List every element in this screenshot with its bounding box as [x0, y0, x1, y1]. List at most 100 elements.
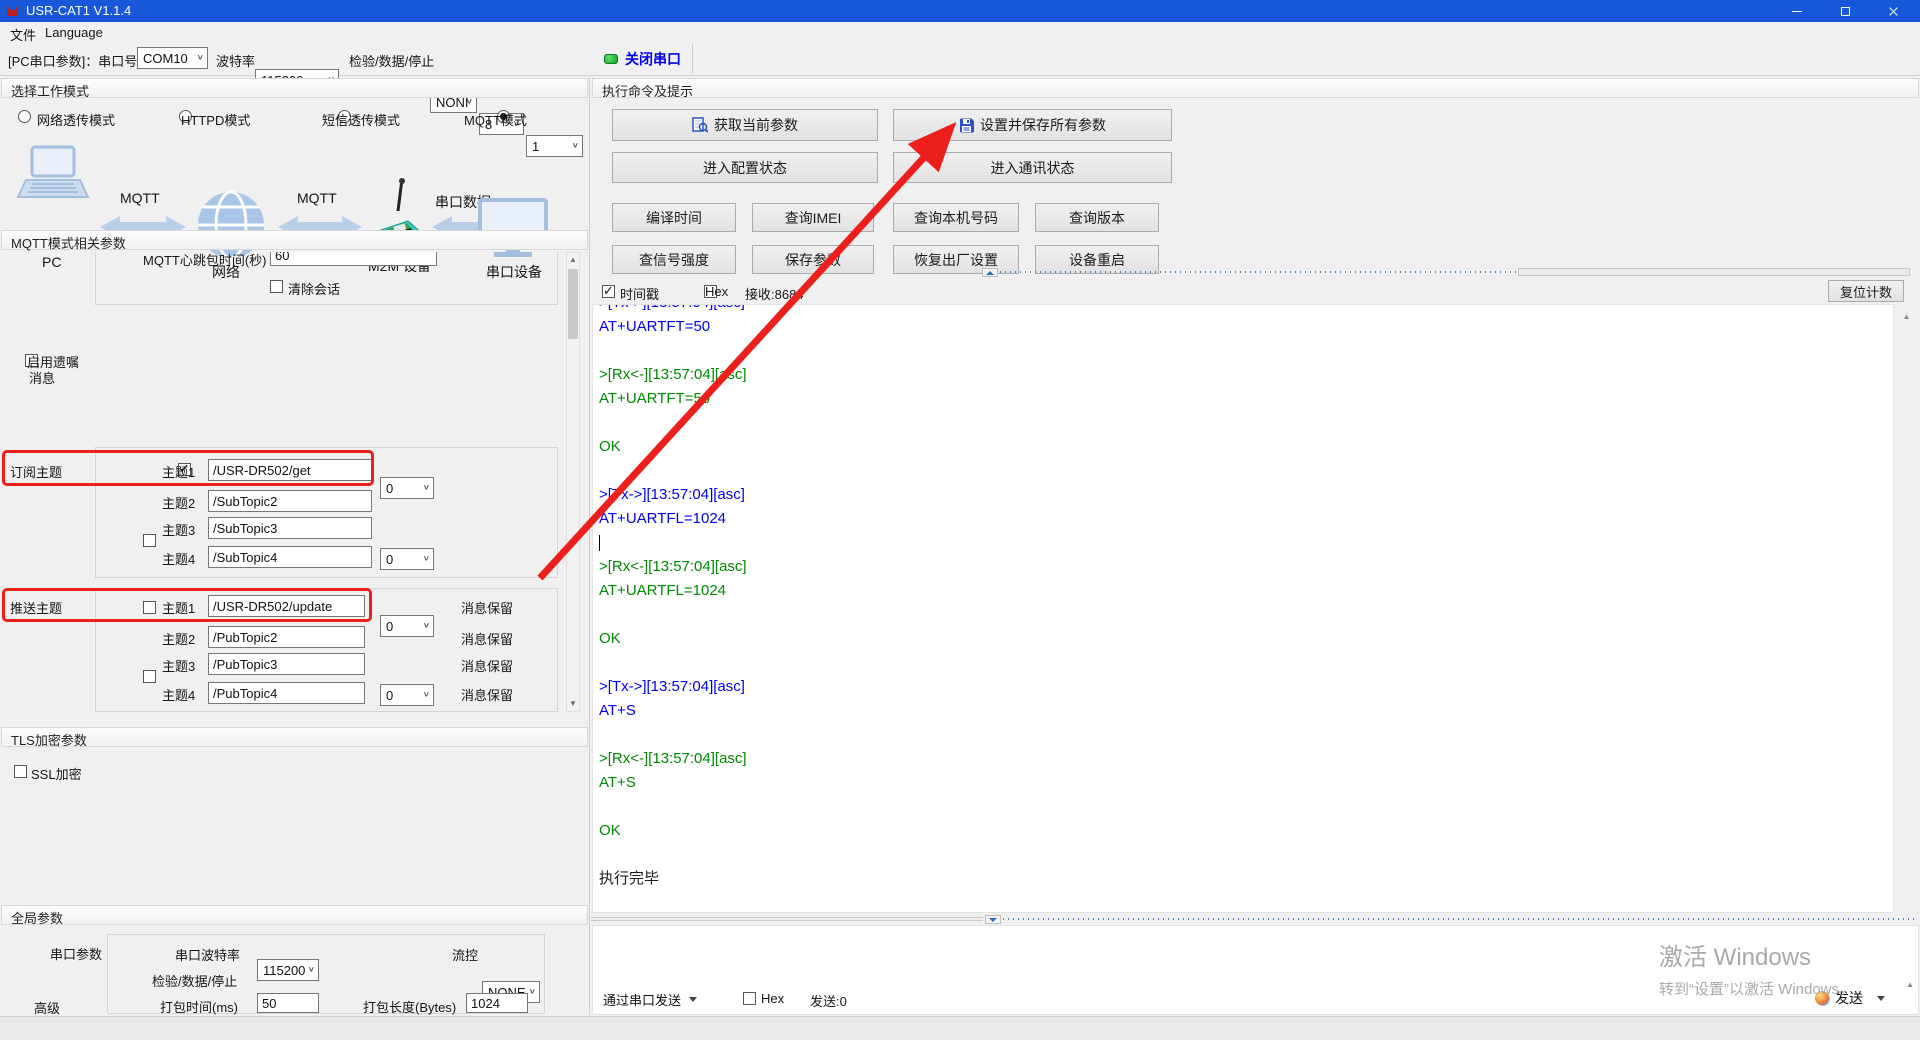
log-line: [599, 723, 1893, 747]
mqtt-params-scrollbar[interactable]: ▲ ▼: [566, 252, 580, 712]
mqtt-params-header: MQTT模式相关参数: [1, 230, 588, 250]
close-serial-button[interactable]: 关闭串口: [604, 47, 681, 71]
left-panel: 选择工作模式 网络透传模式 HTTPD模式 短信透传模式 MQTT模式 PC M…: [0, 77, 590, 1015]
window-title: USR-CAT1 V1.1.4: [26, 3, 131, 18]
com-port-select[interactable]: COM10: [137, 47, 208, 69]
timestamp-checkbox[interactable]: [602, 285, 615, 298]
diagram-mqtt1-label: MQTT: [120, 190, 160, 206]
log-scroll-up-icon[interactable]: ▲: [1894, 310, 1919, 323]
clean-session-checkbox[interactable]: [270, 280, 283, 293]
sub-topic2-checkbox[interactable]: [143, 534, 156, 547]
radio-net-label: 网络透传模式: [37, 110, 115, 129]
log-line: >[Tx->][13:57:04][asc]: [599, 304, 1893, 315]
splitter-thumb[interactable]: [1518, 268, 1910, 276]
scrollbar-down-icon[interactable]: ▼: [567, 697, 579, 711]
log-top-splitter[interactable]: [982, 268, 1918, 277]
commands-header: 执行命令及提示: [592, 78, 1919, 98]
log-line: [599, 339, 1893, 363]
pub-topic3-input[interactable]: [208, 653, 365, 675]
sub-topic1-input[interactable]: [208, 459, 372, 481]
set-save-params-button[interactable]: 设置并保存所有参数: [893, 109, 1172, 141]
dropdown-arrow-icon: [689, 997, 697, 1002]
send-hex-checkbox[interactable]: [743, 992, 756, 1005]
sub-topic1-qos-select[interactable]: 0: [380, 477, 434, 499]
reset-count-button[interactable]: 复位计数: [1828, 280, 1904, 302]
send-scroll-up-icon[interactable]: ▲: [1906, 978, 1914, 991]
query-signal-button[interactable]: 查信号强度: [612, 245, 736, 274]
pub-topic4-input[interactable]: [208, 682, 365, 704]
query-version-button[interactable]: 查询版本: [1035, 203, 1159, 232]
log-line: AT+UARTFL=1024: [599, 579, 1893, 603]
radio-httpd-label: HTTPD模式: [181, 110, 250, 129]
ssl-checkbox[interactable]: [14, 765, 27, 778]
log-hex-label: Hex: [705, 284, 728, 299]
log-line: >[Rx<-][13:57:04][asc]: [599, 363, 1893, 387]
enter-config-button[interactable]: 进入配置状态: [612, 152, 878, 183]
splitter-collapse-up-icon[interactable]: [982, 268, 998, 277]
pub-topic3-label: 主题3: [162, 656, 195, 675]
ssl-label: SSL加密: [31, 764, 82, 783]
sub-topic4-label: 主题4: [162, 549, 195, 568]
menu-language[interactable]: Language: [45, 25, 103, 40]
log-line: OK: [599, 435, 1893, 459]
minimize-button[interactable]: [1774, 0, 1820, 22]
pub-topic2-retain-label: 消息保留: [461, 629, 513, 648]
splitter-dotted-track: [1000, 271, 1516, 273]
sub-topic4-input[interactable]: [208, 546, 372, 568]
sub-topic3-input[interactable]: [208, 517, 372, 539]
work-mode-header: 选择工作模式: [1, 78, 588, 98]
packtime-label: 打包时间(ms): [160, 997, 238, 1016]
send-dropdown-arrow-icon: [1877, 996, 1885, 1001]
global-parity-label: 检验/数据/停止: [152, 971, 237, 990]
title-bar: USR-CAT1 V1.1.4: [0, 0, 1920, 22]
get-params-button[interactable]: 获取当前参数: [612, 109, 878, 141]
windows-activation-watermark: 激活 Windows 转到“设置”以激活 Windows。: [1659, 937, 1854, 999]
pub-topic2-label: 主题2: [162, 629, 195, 648]
query-imei-button[interactable]: 查询IMEI: [752, 203, 874, 232]
log-line: AT+UARTFT=50: [599, 387, 1893, 411]
pub-topic1-input[interactable]: [208, 595, 365, 617]
sent-count-label: 发送:0: [810, 991, 847, 1010]
log-line: [599, 531, 1893, 555]
save-params-button[interactable]: 保存参数: [752, 245, 874, 274]
get-params-icon: [692, 117, 708, 133]
close-button[interactable]: [1870, 0, 1916, 22]
serial-open-indicator-icon: [604, 54, 618, 64]
compile-time-button[interactable]: 编译时间: [612, 203, 736, 232]
log-scrollbar[interactable]: ▲: [1894, 304, 1919, 913]
global-baud-select[interactable]: 115200: [257, 959, 319, 981]
enter-comm-button[interactable]: 进入通讯状态: [893, 152, 1172, 183]
will-label-line2: 消息: [29, 368, 55, 387]
log-line: AT+UARTFL=1024: [599, 507, 1893, 531]
pc-serial-label: [PC串口参数]：串口号: [8, 51, 137, 70]
sub-topic2-input[interactable]: [208, 490, 372, 512]
splitter-collapse-down-icon[interactable]: [985, 915, 1001, 924]
timestamp-label: 时间戳: [620, 284, 659, 303]
log-line: [599, 651, 1893, 675]
query-number-button[interactable]: 查询本机号码: [893, 203, 1019, 232]
global-params-header: 全局参数: [1, 905, 588, 925]
serial-toolbar: [PC串口参数]：串口号 COM10 波特率 115200 检验/数据/停止 N…: [0, 42, 1920, 76]
packlen-input[interactable]: [466, 993, 528, 1013]
heartbeat-label: MQTT心跳包时间(秒): [143, 252, 266, 269]
radio-net-mode[interactable]: [18, 110, 31, 123]
send-splitter[interactable]: [591, 915, 1920, 924]
scrollbar-up-icon[interactable]: ▲: [567, 253, 579, 267]
radio-mqtt-label: MQTT模式: [464, 110, 527, 129]
log-output-area[interactable]: >[Tx->][13:57:04][asc] AT+UARTFT=50>[Rx<-…: [592, 304, 1894, 913]
bottom-strip: [0, 1016, 1920, 1040]
scrollbar-thumb[interactable]: [568, 269, 578, 339]
mqtt-params-scroll-area: MQTT心跳包时间(秒) 清除会话 启用遗嘱 消息 订阅主题 主题1 0 主题2…: [0, 252, 588, 712]
heartbeat-input[interactable]: [270, 252, 437, 266]
sub-topic2-qos-select[interactable]: 0: [380, 548, 434, 570]
menu-bar: 文件 Language: [0, 22, 1920, 42]
maximize-button[interactable]: [1822, 0, 1868, 22]
packtime-input[interactable]: [257, 993, 319, 1013]
pub-topic2-input[interactable]: [208, 626, 365, 648]
advanced-label: 高级: [34, 998, 60, 1017]
send-via-serial-button[interactable]: 通过串口发送: [603, 990, 697, 1009]
pub-topic4-label: 主题4: [162, 685, 195, 704]
pub-topic1-retain-label: 消息保留: [461, 598, 513, 617]
send-splitter-lines: [591, 917, 983, 921]
log-line: OK: [599, 819, 1893, 843]
